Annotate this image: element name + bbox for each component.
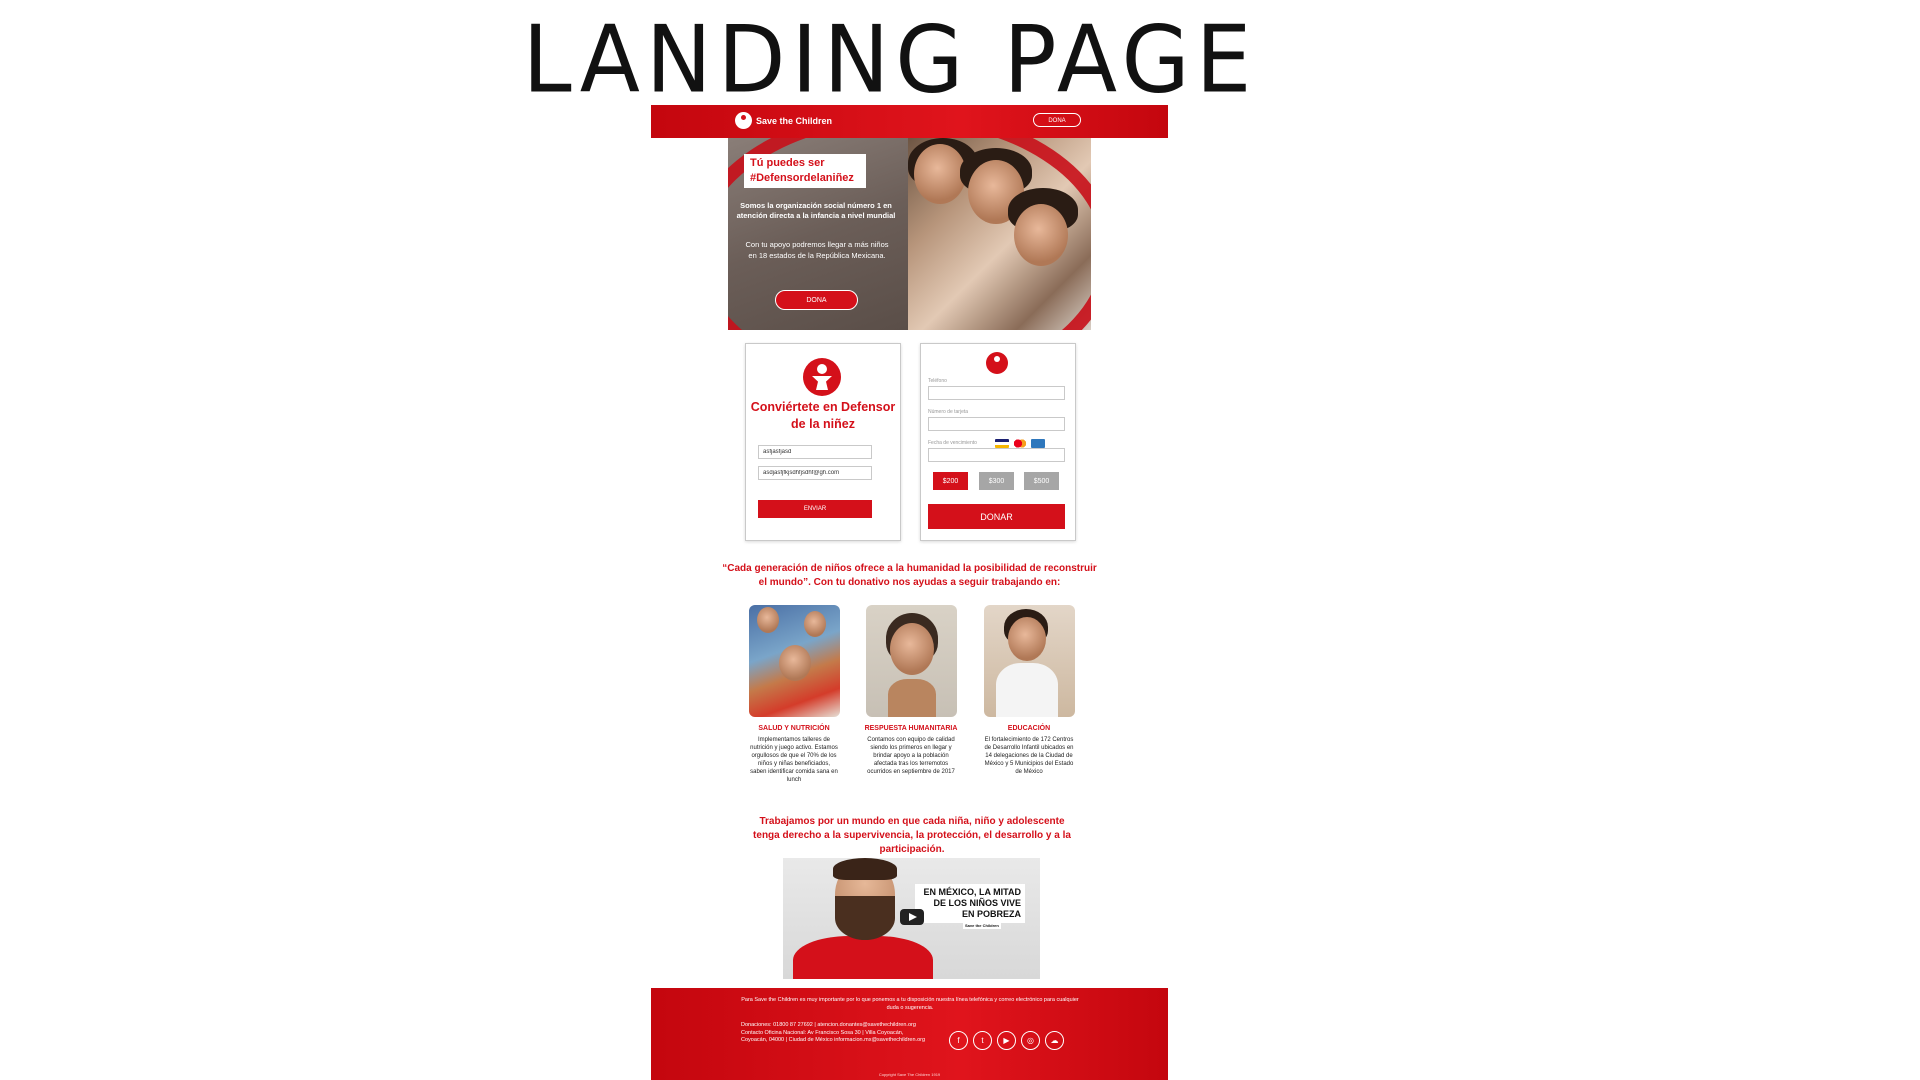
- slide-title: LANDING PAGE: [522, 5, 1258, 114]
- video-brand: Save the Children: [963, 922, 1001, 929]
- footer-intro: Para Save the Children es muy importante…: [741, 997, 1079, 1011]
- phone-input[interactable]: [928, 386, 1065, 400]
- video-player[interactable]: EN MÉXICO, LA MITAD DE LOS NIÑOS VIVE EN…: [783, 858, 1040, 979]
- signup-title: Conviértete en Defensor de la niñez: [750, 400, 896, 431]
- card-brands: [995, 439, 1045, 448]
- program-text-health: Implementamos talleres de nutrición y ju…: [750, 737, 838, 783]
- amex-icon: [1031, 439, 1045, 448]
- expiry-input[interactable]: [928, 448, 1065, 462]
- donate-submit-button[interactable]: DONAR: [928, 504, 1065, 529]
- copyright: Copyright Save The Children 1919: [878, 1072, 941, 1077]
- education-photo: [984, 605, 1075, 717]
- signup-card: Conviértete en Defensor de la niñez ENVI…: [745, 343, 901, 541]
- name-input[interactable]: [758, 445, 872, 459]
- amount-300-button[interactable]: $300: [979, 472, 1014, 490]
- phone-label: Teléfono: [928, 378, 947, 384]
- twitter-icon[interactable]: t: [973, 1031, 992, 1050]
- card-number-input[interactable]: [928, 417, 1065, 431]
- video-person-shirt: [793, 936, 933, 979]
- amount-500-button[interactable]: $500: [1024, 472, 1059, 490]
- hero-subtitle: Somos la organización social número 1 en…: [736, 201, 896, 220]
- header-donate-button[interactable]: DONA: [1033, 113, 1081, 127]
- social-links: f t ▶ ◎ ☁: [949, 1031, 1064, 1050]
- donation-card: Teléfono Número de tarjeta Fecha de venc…: [920, 343, 1076, 541]
- save-the-children-icon: [986, 352, 1008, 374]
- send-button[interactable]: ENVIAR: [758, 500, 872, 518]
- site-footer: Para Save the Children es muy importante…: [651, 988, 1168, 1080]
- soundcloud-icon[interactable]: ☁: [1045, 1031, 1064, 1050]
- hero-banner: Tú puedes ser #Defensordelaniñez Somos l…: [728, 138, 1091, 330]
- hero-donate-button[interactable]: DONA: [775, 290, 858, 310]
- footer-contact: Donaciones: 01800 87 27692 | atencion.do…: [741, 1022, 926, 1043]
- program-title-health: SALUD Y NUTRICIÓN: [758, 725, 830, 732]
- visa-icon: [995, 439, 1009, 448]
- youtube-icon[interactable]: ▶: [997, 1031, 1016, 1050]
- video-headline: EN MÉXICO, LA MITAD DE LOS NIÑOS VIVE EN…: [915, 884, 1025, 923]
- program-text-education: El fortalecimiento de 172 Centros de Des…: [984, 737, 1074, 775]
- instagram-icon[interactable]: ◎: [1021, 1031, 1040, 1050]
- nutrition-photo: [749, 605, 840, 717]
- humanitarian-photo: [866, 605, 957, 717]
- mastercard-icon: [1013, 439, 1027, 448]
- hero-title: Tú puedes ser #Defensordelaniñez: [744, 154, 866, 188]
- brand-logo[interactable]: Save the Children: [735, 112, 832, 129]
- program-title-education: EDUCACIÓN: [1007, 725, 1051, 732]
- amount-200-button[interactable]: $200: [933, 472, 968, 490]
- expiry-label: Fecha de vencimiento: [928, 440, 977, 446]
- card-number-label: Número de tarjeta: [928, 409, 969, 415]
- save-the-children-icon: [735, 112, 752, 129]
- play-icon[interactable]: [900, 909, 924, 925]
- email-input[interactable]: [758, 466, 872, 480]
- program-text-humanitarian: Contamos con equipo de calidad siendo lo…: [867, 737, 955, 775]
- facebook-icon[interactable]: f: [949, 1031, 968, 1050]
- landing-page-mockup: Save the Children DONA Tú puedes ser #De…: [651, 105, 1168, 1080]
- program-title-humanitarian: RESPUESTA HUMANITARIA: [864, 725, 958, 732]
- defender-icon: [803, 358, 841, 396]
- brand-name: Save the Children: [756, 115, 833, 126]
- site-header: Save the Children DONA: [651, 105, 1168, 138]
- hero-body: Con tu apoyo podremos llegar a más niños…: [745, 240, 889, 260]
- mission-text: Trabajamos por un mundo en que cada niña…: [753, 816, 1071, 855]
- quote-text: “Cada generación de niños ofrece a la hu…: [722, 563, 1097, 588]
